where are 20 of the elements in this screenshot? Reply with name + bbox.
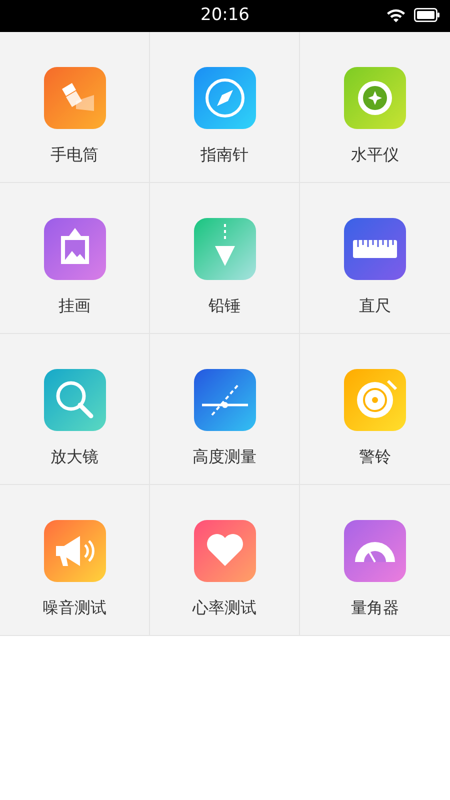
magnifier-icon: [44, 369, 106, 431]
flashlight-icon: [44, 67, 106, 129]
target-icon: [344, 67, 406, 129]
wifi-icon: [386, 7, 406, 23]
status-time: 20:16: [200, 4, 250, 28]
megaphone-icon: [44, 520, 106, 582]
tool-tile[interactable]: 心率测试: [150, 485, 300, 636]
battery-icon: [414, 8, 440, 22]
tool-tile[interactable]: 指南针: [150, 32, 300, 183]
tool-tile[interactable]: 高度测量: [150, 334, 300, 485]
picture-frame-icon: [44, 218, 106, 280]
protractor-icon: [344, 520, 406, 582]
tool-tile[interactable]: 铅锤: [150, 183, 300, 334]
plumb-bob-icon: [194, 218, 256, 280]
tool-tile[interactable]: 挂画: [0, 183, 150, 334]
tool-tile[interactable]: 噪音测试: [0, 485, 150, 636]
ruler-icon: [344, 218, 406, 280]
compass-icon: [194, 67, 256, 129]
tool-tile[interactable]: 手电筒: [0, 32, 150, 183]
tool-tile[interactable]: 放大镜: [0, 334, 150, 485]
